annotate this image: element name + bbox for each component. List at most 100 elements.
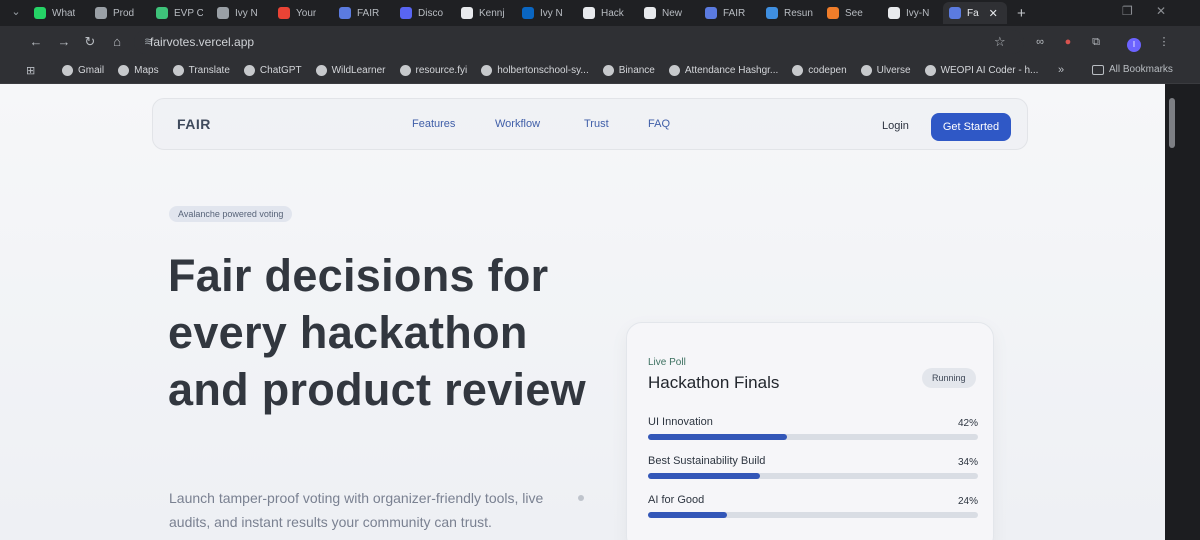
tab-favicon-icon: [400, 7, 412, 19]
extensions-puzzle-icon[interactable]: ⧉: [1088, 34, 1104, 50]
tab-favicon-icon: [522, 7, 534, 19]
tab-favicon-icon: [461, 7, 473, 19]
tab-favicon-icon: [95, 7, 107, 19]
scrollbar-thumb[interactable]: [1169, 98, 1175, 148]
new-tab-plus-icon[interactable]: +: [1017, 5, 1026, 22]
browser-tab[interactable]: Disco: [394, 2, 453, 24]
bookmark-item[interactable]: holbertonschool-sy...: [481, 65, 589, 76]
nav-link-trust[interactable]: Trust: [584, 118, 609, 130]
tab-label: Hack: [601, 7, 624, 19]
get-started-button[interactable]: Get Started: [931, 113, 1011, 141]
browser-tab[interactable]: Prod: [89, 2, 148, 24]
bookmark-label: WildLearner: [331, 65, 386, 76]
browser-tab[interactable]: New: [638, 2, 697, 24]
home-icon[interactable]: ⌂: [107, 32, 127, 52]
folder-icon: [1092, 64, 1104, 75]
tab-favicon-icon: [156, 7, 168, 19]
browser-tab[interactable]: What: [28, 2, 87, 24]
more-menu-icon[interactable]: ⋮: [1156, 34, 1172, 50]
poll-progress-fill: [648, 434, 787, 440]
poll-title: Hackathon Finals: [648, 373, 780, 392]
window-restore-icon[interactable]: ❐: [1122, 4, 1133, 18]
browser-window: ⌄ What Prod EVP C Ivy N Your FAIR Disco Kennj Iv…: [0, 0, 1200, 540]
bookmark-label: Ulverse: [876, 65, 911, 76]
live-poll-card: Live Poll Hackathon Finals Running UI In…: [626, 322, 994, 540]
browser-tab[interactable]: Ivy-N: [882, 2, 941, 24]
extension-infinity-icon[interactable]: ∞: [1032, 34, 1048, 50]
hero-headline: Fair decisions for every hackathon and p…: [168, 250, 586, 415]
tab-label: Fa: [967, 7, 979, 19]
bookmark-label: holbertonschool-sy...: [497, 65, 589, 76]
window-close-icon[interactable]: ✕: [1156, 4, 1166, 18]
bookmark-item[interactable]: Gmail: [62, 65, 104, 76]
poll-option-percent: 34%: [957, 457, 978, 468]
poll-progress-track: [648, 512, 978, 518]
more-bookmarks-chevron-icon[interactable]: »: [1058, 64, 1064, 76]
bookmark-item[interactable]: Binance: [602, 65, 655, 76]
browser-tab[interactable]: Ivy N: [211, 2, 270, 24]
globe-icon: [924, 65, 936, 76]
back-arrow-icon[interactable]: ←: [26, 32, 46, 52]
bookmark-item[interactable]: ChatGPT: [243, 65, 302, 76]
nav-link-workflow[interactable]: Workflow: [495, 118, 540, 130]
apps-grid-icon[interactable]: ⊞: [26, 64, 40, 78]
tab-favicon-icon: [217, 7, 229, 19]
reload-icon[interactable]: ↻: [80, 32, 100, 52]
tab-label: Your: [296, 7, 317, 19]
extension-red-icon[interactable]: ●: [1060, 34, 1076, 50]
site-logo[interactable]: FAIR: [177, 116, 211, 132]
tab-close-icon[interactable]: ✕: [989, 7, 998, 20]
decorative-dot: [578, 495, 584, 501]
poll-option: UI Innovation 42%: [648, 416, 978, 456]
tab-favicon-icon: [705, 7, 717, 19]
hero-subtext: Launch tamper-proof voting with organize…: [169, 490, 544, 530]
globe-icon: [602, 65, 614, 76]
bookmark-item[interactable]: Ulverse: [860, 65, 911, 76]
browser-tab[interactable]: Fa ✕: [943, 2, 1007, 24]
tab-search-chevron-icon[interactable]: ⌄: [8, 4, 24, 20]
all-bookmarks-label: All Bookmarks: [1109, 64, 1173, 75]
bookmark-item[interactable]: WEOPI AI Coder - h...: [924, 65, 1038, 76]
forward-arrow-icon[interactable]: →: [54, 32, 74, 52]
bookmark-item[interactable]: Maps: [118, 65, 159, 76]
browser-tab[interactable]: See: [821, 2, 880, 24]
poll-progress-fill: [648, 473, 761, 479]
tab-strip: ⌄ What Prod EVP C Ivy N Your FAIR Disco Kennj Iv…: [0, 0, 1200, 26]
nav-link-features[interactable]: Features: [412, 118, 455, 130]
profile-avatar[interactable]: I: [1127, 38, 1141, 52]
url-text[interactable]: fairvotes.vercel.app: [150, 35, 254, 49]
page-viewport: FAIR Features Workflow Trust FAQ Login G…: [0, 84, 1200, 540]
browser-tab[interactable]: Ivy N: [516, 2, 575, 24]
poll-kicker: Live Poll: [648, 357, 686, 368]
nav-link-faq[interactable]: FAQ: [648, 118, 670, 130]
globe-icon: [792, 65, 804, 76]
bookmark-item[interactable]: WildLearner: [315, 65, 386, 76]
bookmark-item[interactable]: Attendance Hashgr...: [668, 65, 778, 76]
tab-label: Prod: [113, 7, 135, 19]
browser-tab[interactable]: Resun: [760, 2, 819, 24]
tab-favicon-icon: [766, 7, 778, 19]
bookmark-item[interactable]: codepen: [792, 65, 847, 76]
page-scrollbar[interactable]: [1165, 84, 1200, 540]
browser-tab[interactable]: Kennj: [455, 2, 514, 24]
tab-label: Ivy-N: [906, 7, 930, 19]
bookmark-star-icon[interactable]: ☆: [994, 34, 1006, 50]
poll-option: AI for Good 24%: [648, 494, 978, 534]
browser-tab[interactable]: Hack: [577, 2, 636, 24]
address-bar[interactable]: ≋ fairvotes.vercel.app: [134, 30, 1024, 54]
bookmark-item[interactable]: Translate: [172, 65, 230, 76]
bookmark-list: Gmail Maps Translate ChatGPT WildLearner reso…: [62, 65, 1052, 76]
tab-label: What: [52, 7, 76, 19]
browser-tab[interactable]: FAIR: [333, 2, 392, 24]
all-bookmarks-button[interactable]: All Bookmarks: [1092, 64, 1173, 75]
bookmark-label: ChatGPT: [259, 65, 302, 76]
browser-tab[interactable]: FAIR: [699, 2, 758, 24]
poll-status-badge: Running: [922, 368, 976, 388]
login-link[interactable]: Login: [882, 120, 909, 132]
browser-tab[interactable]: Your: [272, 2, 331, 24]
bookmark-item[interactable]: resource.fyi: [399, 65, 467, 76]
tab-favicon-icon: [278, 7, 290, 19]
bookmark-label: Translate: [188, 65, 230, 76]
tab-label: EVP C: [174, 7, 203, 19]
browser-tab[interactable]: EVP C: [150, 2, 209, 24]
